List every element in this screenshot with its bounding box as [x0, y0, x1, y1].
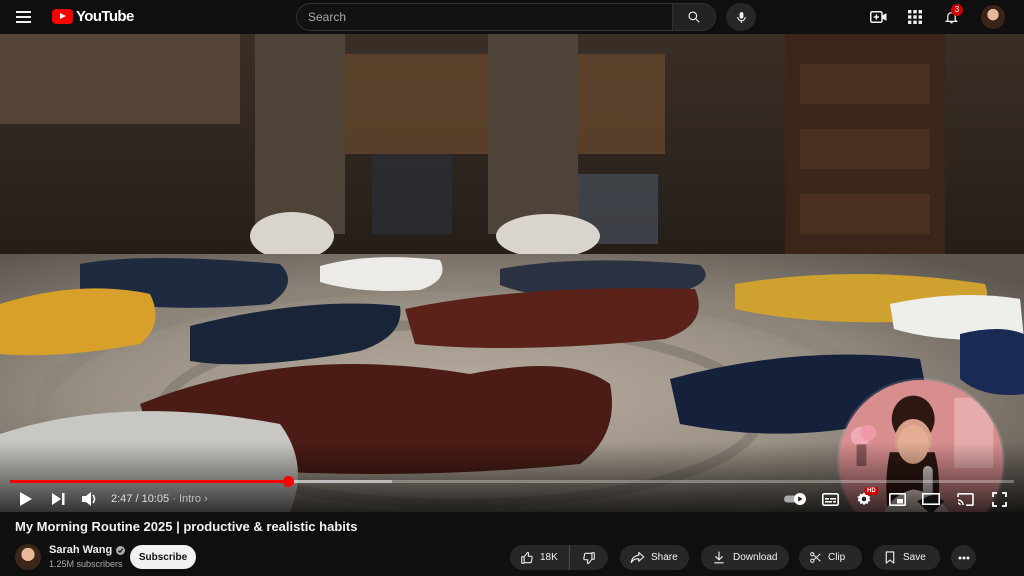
subtitles-button[interactable] [819, 488, 841, 510]
logo-text: YouTube [76, 8, 134, 25]
settings-button[interactable]: HD [853, 487, 878, 510]
apps-button[interactable] [904, 6, 926, 28]
youtube-logo-icon [52, 9, 73, 24]
theater-icon [922, 493, 940, 505]
autoplay-icon [784, 493, 806, 505]
thumbs-up-icon [521, 551, 533, 564]
create-button[interactable] [868, 6, 890, 28]
download-icon [714, 551, 724, 564]
search-icon [688, 11, 700, 23]
more-actions-button[interactable] [951, 545, 976, 570]
video-title: My Morning Routine 2025 | productive & r… [15, 519, 358, 534]
download-label: Download [733, 552, 778, 563]
like-count: 18K [540, 552, 558, 563]
search-bar [296, 3, 716, 31]
clip-button[interactable]: Clip [799, 545, 862, 570]
download-button[interactable]: Download [701, 545, 789, 570]
chapter-name: Intro [178, 493, 201, 505]
save-label: Save [903, 552, 926, 563]
volume-button[interactable] [79, 488, 101, 510]
miniplayer-button[interactable] [886, 488, 908, 510]
next-icon [51, 493, 64, 505]
cast-icon [956, 492, 974, 506]
cast-button[interactable] [954, 488, 976, 510]
progress-bar[interactable] [10, 476, 1014, 487]
channel-name: Sarah Wang [49, 544, 113, 556]
subtitles-icon [821, 492, 839, 506]
channel-avatar[interactable] [15, 544, 41, 570]
fullscreen-icon [991, 491, 1007, 507]
channel-name-link[interactable]: Sarah Wang [49, 544, 126, 556]
volume-icon [82, 492, 96, 506]
share-button[interactable]: Share [620, 545, 689, 570]
top-bar: YouTube 3 [0, 0, 1024, 34]
notifications-button[interactable]: 3 [940, 4, 963, 28]
search-input[interactable] [296, 3, 672, 31]
duration: 10:05 [141, 493, 170, 505]
verified-icon [116, 545, 126, 555]
chapter-title[interactable]: · Intro › [172, 493, 207, 505]
create-icon [870, 11, 887, 23]
menu-icon[interactable] [14, 8, 34, 26]
bookmark-icon [885, 551, 895, 564]
search-button[interactable] [672, 3, 716, 31]
like-dislike-group: 18K [510, 545, 608, 570]
time-display: 2:47 / 10:05 · Intro › [111, 493, 208, 505]
theater-mode-button[interactable] [920, 488, 942, 510]
notification-badge: 3 [951, 4, 963, 16]
subscribe-button[interactable]: Subscribe [130, 545, 196, 569]
autoplay-toggle[interactable] [783, 488, 809, 510]
mic-icon [736, 11, 746, 23]
share-icon [630, 551, 645, 564]
current-time: 2:47 [111, 493, 133, 505]
play-icon [19, 492, 32, 506]
video-player[interactable]: 2:47 / 10:05 · Intro › HD [0, 34, 1024, 512]
like-button[interactable]: 18K [510, 545, 570, 570]
apps-icon [908, 10, 922, 24]
dislike-button[interactable] [570, 545, 608, 570]
play-button[interactable] [14, 488, 36, 510]
share-label: Share [651, 552, 678, 563]
scissors-icon [810, 552, 821, 563]
clip-label: Clip [828, 552, 846, 563]
fullscreen-button[interactable] [988, 488, 1010, 510]
thumbs-down-icon [583, 551, 595, 564]
more-icon [958, 556, 969, 559]
progress-fill [10, 480, 289, 483]
voice-search-button[interactable] [726, 3, 756, 31]
next-button[interactable] [47, 488, 69, 510]
miniplayer-icon [888, 492, 906, 506]
account-avatar[interactable] [981, 5, 1005, 29]
save-button[interactable]: Save [873, 545, 940, 570]
hd-badge: HD [865, 487, 878, 495]
youtube-logo[interactable]: YouTube [52, 8, 134, 25]
subscriber-count: 1.25M subscribers [49, 559, 123, 569]
